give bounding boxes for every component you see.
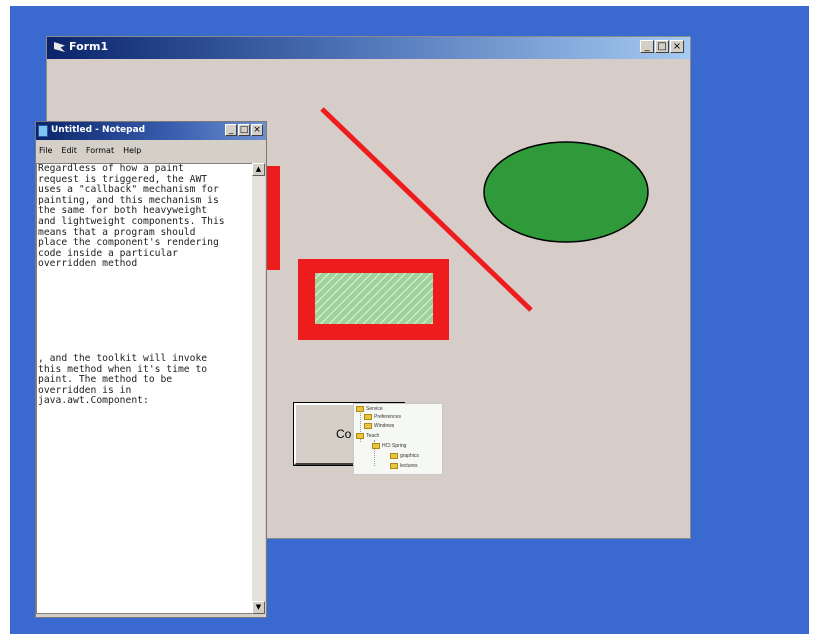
notepad-title-bar[interactable]: Untitled - Notepad _ □ ×: [36, 122, 266, 140]
folder-icon: [356, 433, 364, 439]
scroll-up-icon[interactable]: ▲: [252, 163, 265, 176]
folder-tree[interactable]: Service Preferences Windows Teach HCI Sp…: [353, 403, 443, 475]
tree-item[interactable]: HCI Spring: [372, 442, 406, 450]
notepad-window: Untitled - Notepad _ □ × File Edit Forma…: [35, 121, 267, 618]
notepad-icon: [38, 125, 48, 137]
menu-file[interactable]: File: [39, 146, 52, 155]
hatched-rectangle: [315, 273, 433, 324]
scroll-down-icon[interactable]: ▼: [252, 601, 265, 614]
folder-icon: [390, 463, 398, 469]
tree-item[interactable]: Preferences: [364, 413, 401, 421]
folder-icon: [390, 453, 398, 459]
vertical-scrollbar[interactable]: ▲ ▼: [252, 163, 265, 614]
menu-bar: File Edit Format Help: [36, 140, 266, 160]
minimize-button[interactable]: _: [225, 124, 237, 136]
text-edit-area[interactable]: Regardless of how a paint request is tri…: [36, 163, 254, 614]
command-button-label: Co: [336, 427, 352, 441]
menu-edit[interactable]: Edit: [61, 146, 77, 155]
folder-icon: [372, 443, 380, 449]
text-paragraph-2: , and the toolkit will invoke this metho…: [38, 353, 208, 407]
tree-item[interactable]: Service: [356, 405, 383, 413]
close-button[interactable]: ×: [251, 124, 263, 136]
folder-icon: [364, 414, 372, 420]
tree-item[interactable]: graphics: [390, 452, 419, 460]
maximize-button[interactable]: □: [238, 124, 250, 136]
folder-icon: [356, 406, 364, 412]
menu-help[interactable]: Help: [123, 146, 141, 155]
text-paragraph-1: Regardless of how a paint request is tri…: [38, 163, 225, 270]
tree-item[interactable]: lectures: [390, 462, 418, 470]
green-ellipse: [483, 141, 649, 243]
menu-format[interactable]: Format: [86, 146, 114, 155]
red-vertical-bar: [265, 166, 280, 270]
notepad-title: Untitled - Notepad: [51, 125, 146, 135]
tree-item[interactable]: Windows: [364, 422, 394, 430]
folder-icon: [364, 423, 372, 429]
tree-item[interactable]: Teach: [356, 432, 379, 440]
